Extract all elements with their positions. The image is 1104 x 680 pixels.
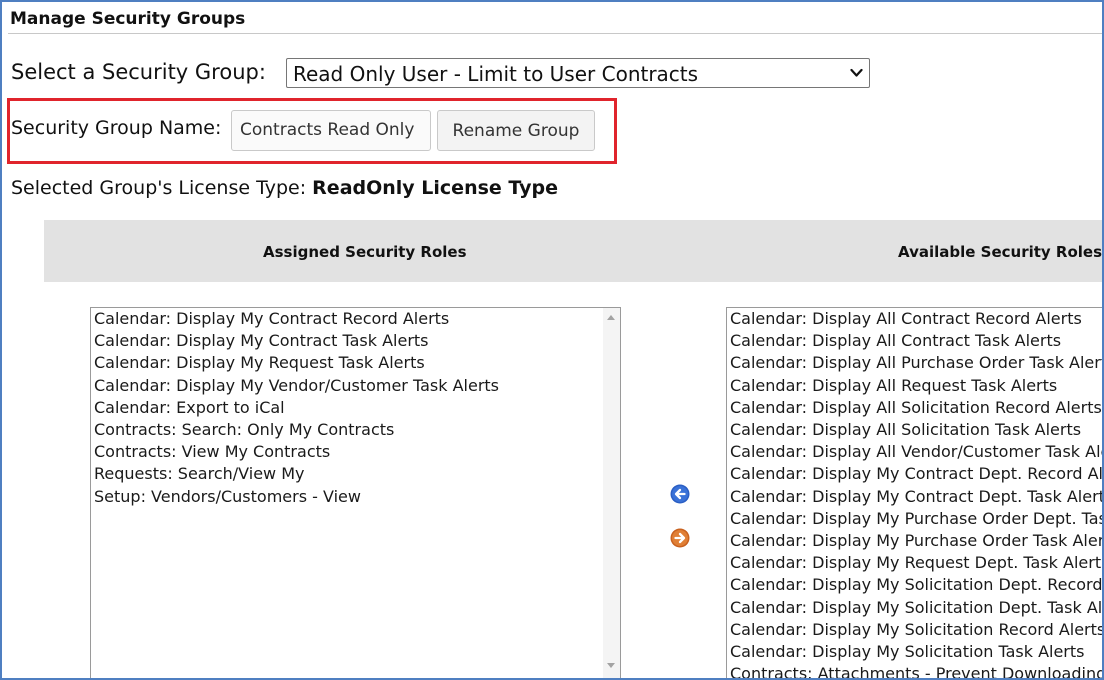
scroll-down-icon[interactable] [607, 663, 615, 668]
role-option[interactable]: Calendar: Display All Contract Task Aler… [730, 330, 1102, 352]
role-option[interactable]: Calendar: Display All Vendor/Customer Ta… [730, 441, 1102, 463]
role-option[interactable]: Contracts: Attachments - Prevent Downloa… [730, 663, 1102, 678]
role-option[interactable]: Calendar: Display My Purchase Order Dept… [730, 508, 1102, 530]
assigned-roles-list: Calendar: Display My Contract Record Ale… [94, 308, 499, 508]
available-roles-header: Available Security Roles [898, 243, 1103, 261]
scroll-up-icon[interactable] [607, 315, 615, 320]
license-type-label: Selected Group's License Type: [11, 177, 307, 199]
role-option[interactable]: Calendar: Display My Contract Record Ale… [94, 308, 499, 330]
security-group-name-label: Security Group Name: [11, 117, 222, 139]
role-option[interactable]: Calendar: Display My Contract Dept. Task… [730, 486, 1102, 508]
arrow-left-icon [670, 484, 690, 504]
remove-role-button[interactable] [670, 484, 690, 504]
role-option[interactable]: Calendar: Display All Request Task Alert… [730, 375, 1102, 397]
role-option[interactable]: Calendar: Display My Request Task Alerts [94, 352, 499, 374]
role-option[interactable]: Calendar: Export to iCal [94, 397, 499, 419]
role-option[interactable]: Calendar: Display All Purchase Order Tas… [730, 352, 1102, 374]
security-group-select[interactable]: Read Only User - Limit to User Contracts [286, 58, 870, 88]
assigned-roles-header: Assigned Security Roles [263, 243, 467, 261]
role-option[interactable]: Calendar: Display All Solicitation Task … [730, 419, 1102, 441]
rename-group-button[interactable]: Rename Group [437, 110, 595, 151]
available-roles-listbox[interactable]: Calendar: Display All Contract Record Al… [726, 307, 1102, 678]
role-option[interactable]: Calendar: Display My Contract Task Alert… [94, 330, 499, 352]
security-group-select-label: Select a Security Group: [11, 60, 266, 84]
role-option[interactable]: Calendar: Display My Purchase Order Task… [730, 530, 1102, 552]
title-divider [8, 33, 1102, 34]
role-option[interactable]: Calendar: Display My Request Dept. Task … [730, 552, 1102, 574]
role-option[interactable]: Requests: Search/View My [94, 463, 499, 485]
security-group-select-value: Read Only User - Limit to User Contracts [293, 62, 699, 86]
license-type-value: ReadOnly License Type [312, 177, 558, 199]
security-group-name-input[interactable]: Contracts Read Only [231, 110, 431, 151]
role-option[interactable]: Contracts: View My Contracts [94, 441, 499, 463]
page-title: Manage Security Groups [10, 9, 246, 29]
role-option[interactable]: Calendar: Display All Contract Record Al… [730, 308, 1102, 330]
role-option[interactable]: Calendar: Display My Contract Dept. Reco… [730, 463, 1102, 485]
assigned-roles-listbox[interactable]: Calendar: Display My Contract Record Ale… [90, 307, 621, 678]
role-option[interactable]: Calendar: Display My Solicitation Task A… [730, 641, 1102, 663]
available-roles-list: Calendar: Display All Contract Record Al… [730, 308, 1102, 678]
license-type-line: Selected Group's License Type: ReadOnly … [11, 177, 558, 199]
add-role-button[interactable] [670, 528, 690, 548]
role-option[interactable]: Calendar: Display My Solicitation Dept. … [730, 597, 1102, 619]
role-option[interactable]: Setup: Vendors/Customers - View [94, 486, 499, 508]
role-option[interactable]: Calendar: Display All Solicitation Recor… [730, 397, 1102, 419]
role-option[interactable]: Calendar: Display My Vendor/Customer Tas… [94, 375, 499, 397]
chevron-down-icon [850, 68, 863, 77]
app-frame: Manage Security Groups Select a Security… [0, 0, 1104, 680]
arrow-right-icon [670, 528, 690, 548]
role-option[interactable]: Calendar: Display My Solicitation Record… [730, 619, 1102, 641]
role-option[interactable]: Contracts: Search: Only My Contracts [94, 419, 499, 441]
assigned-roles-scrollbar[interactable] [603, 308, 620, 678]
role-option[interactable]: Calendar: Display My Solicitation Dept. … [730, 574, 1102, 596]
roles-header-bar: Assigned Security Roles Available Securi… [44, 220, 1103, 282]
